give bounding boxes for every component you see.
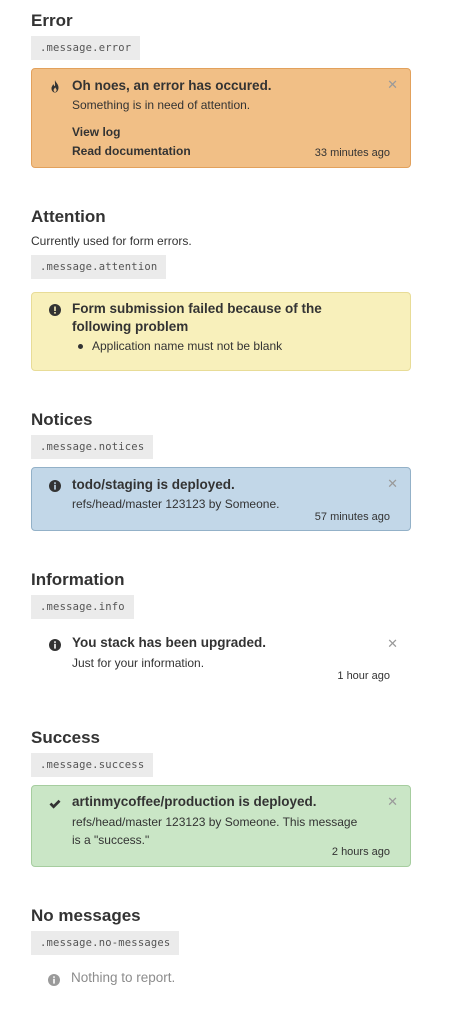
- error-message: Oh noes, an error has occured. Something…: [31, 68, 411, 168]
- message-body: refs/head/master 123123 by Someone.: [72, 497, 280, 511]
- close-icon[interactable]: ✕: [387, 477, 398, 490]
- section-title-information: Information: [31, 570, 125, 589]
- section-title-attention: Attention: [31, 207, 106, 226]
- code-label-information: .message.info: [31, 595, 134, 619]
- exclamation-circle-icon: [49, 303, 61, 316]
- code-label-no-messages: .message.no-messages: [31, 931, 180, 955]
- code-label-attention: .message.attention: [31, 255, 167, 279]
- info-message: You stack has been upgraded. Just for yo…: [31, 627, 411, 691]
- section-attention: Attention Currently used for form errors…: [31, 206, 411, 371]
- code-label-success: .message.success: [31, 753, 154, 777]
- message-title: Oh noes, an error has occured.: [72, 78, 272, 93]
- list-item: Application name must not be blank: [76, 338, 282, 354]
- section-notices: Notices .message.notices todo/staging is…: [31, 409, 411, 531]
- close-icon[interactable]: ✕: [387, 637, 398, 650]
- message-title-line-1: Form submission failed because of the: [72, 301, 322, 316]
- close-icon[interactable]: ✕: [387, 795, 398, 808]
- notice-message: todo/staging is deployed. refs/head/mast…: [31, 467, 411, 531]
- message-timestamp: 57 minutes ago: [314, 511, 390, 523]
- code-label-error: .message.error: [31, 36, 141, 60]
- code-label-notices: .message.notices: [31, 435, 154, 459]
- message-body: Something is in need of attention.: [72, 98, 251, 112]
- success-message: artinmycoffee/production is deployed. re…: [31, 785, 411, 867]
- message-title: artinmycoffee/production is deployed.: [72, 794, 317, 809]
- fire-icon: [49, 80, 61, 93]
- message-title: todo/staging is deployed.: [72, 477, 235, 492]
- section-error: Error .message.error Oh noes, an error h…: [31, 10, 411, 168]
- section-title-notices: Notices: [31, 410, 93, 429]
- attention-message: Form submission failed because of the fo…: [31, 292, 411, 371]
- info-circle-icon: [49, 638, 61, 651]
- checkmark-icon: [49, 797, 61, 809]
- section-information: Information .message.info You stack has …: [31, 569, 411, 682]
- no-messages-text: Nothing to report.: [71, 970, 176, 985]
- view-log-link[interactable]: View log: [72, 124, 120, 140]
- message-title: You stack has been upgraded.: [72, 635, 267, 650]
- message-title-line-2: following problem: [72, 319, 189, 334]
- close-icon[interactable]: ✕: [387, 78, 398, 91]
- error-list: Application name must not be blank: [76, 338, 282, 354]
- message-body: Just for your information.: [72, 656, 205, 670]
- info-circle-icon: [48, 973, 60, 986]
- section-title-no-messages: No messages: [31, 906, 141, 925]
- message-timestamp: 1 hour ago: [337, 670, 390, 682]
- message-body-line-1: refs/head/master 123123 by Someone. This…: [72, 815, 358, 829]
- section-success: Success .message.success artinmycoffee/p…: [31, 727, 411, 867]
- section-description: Currently used for form errors.: [31, 234, 192, 248]
- message-body-line-2: is a "success.": [72, 833, 150, 847]
- section-title-success: Success: [31, 728, 100, 747]
- message-timestamp: 33 minutes ago: [314, 147, 390, 159]
- message-timestamp: 2 hours ago: [331, 846, 390, 858]
- section-no-messages: No messages .message.no-messages Nothing…: [31, 905, 411, 986]
- read-documentation-link[interactable]: Read documentation: [72, 143, 191, 159]
- info-circle-icon: [49, 479, 61, 492]
- section-title-error: Error: [31, 11, 73, 30]
